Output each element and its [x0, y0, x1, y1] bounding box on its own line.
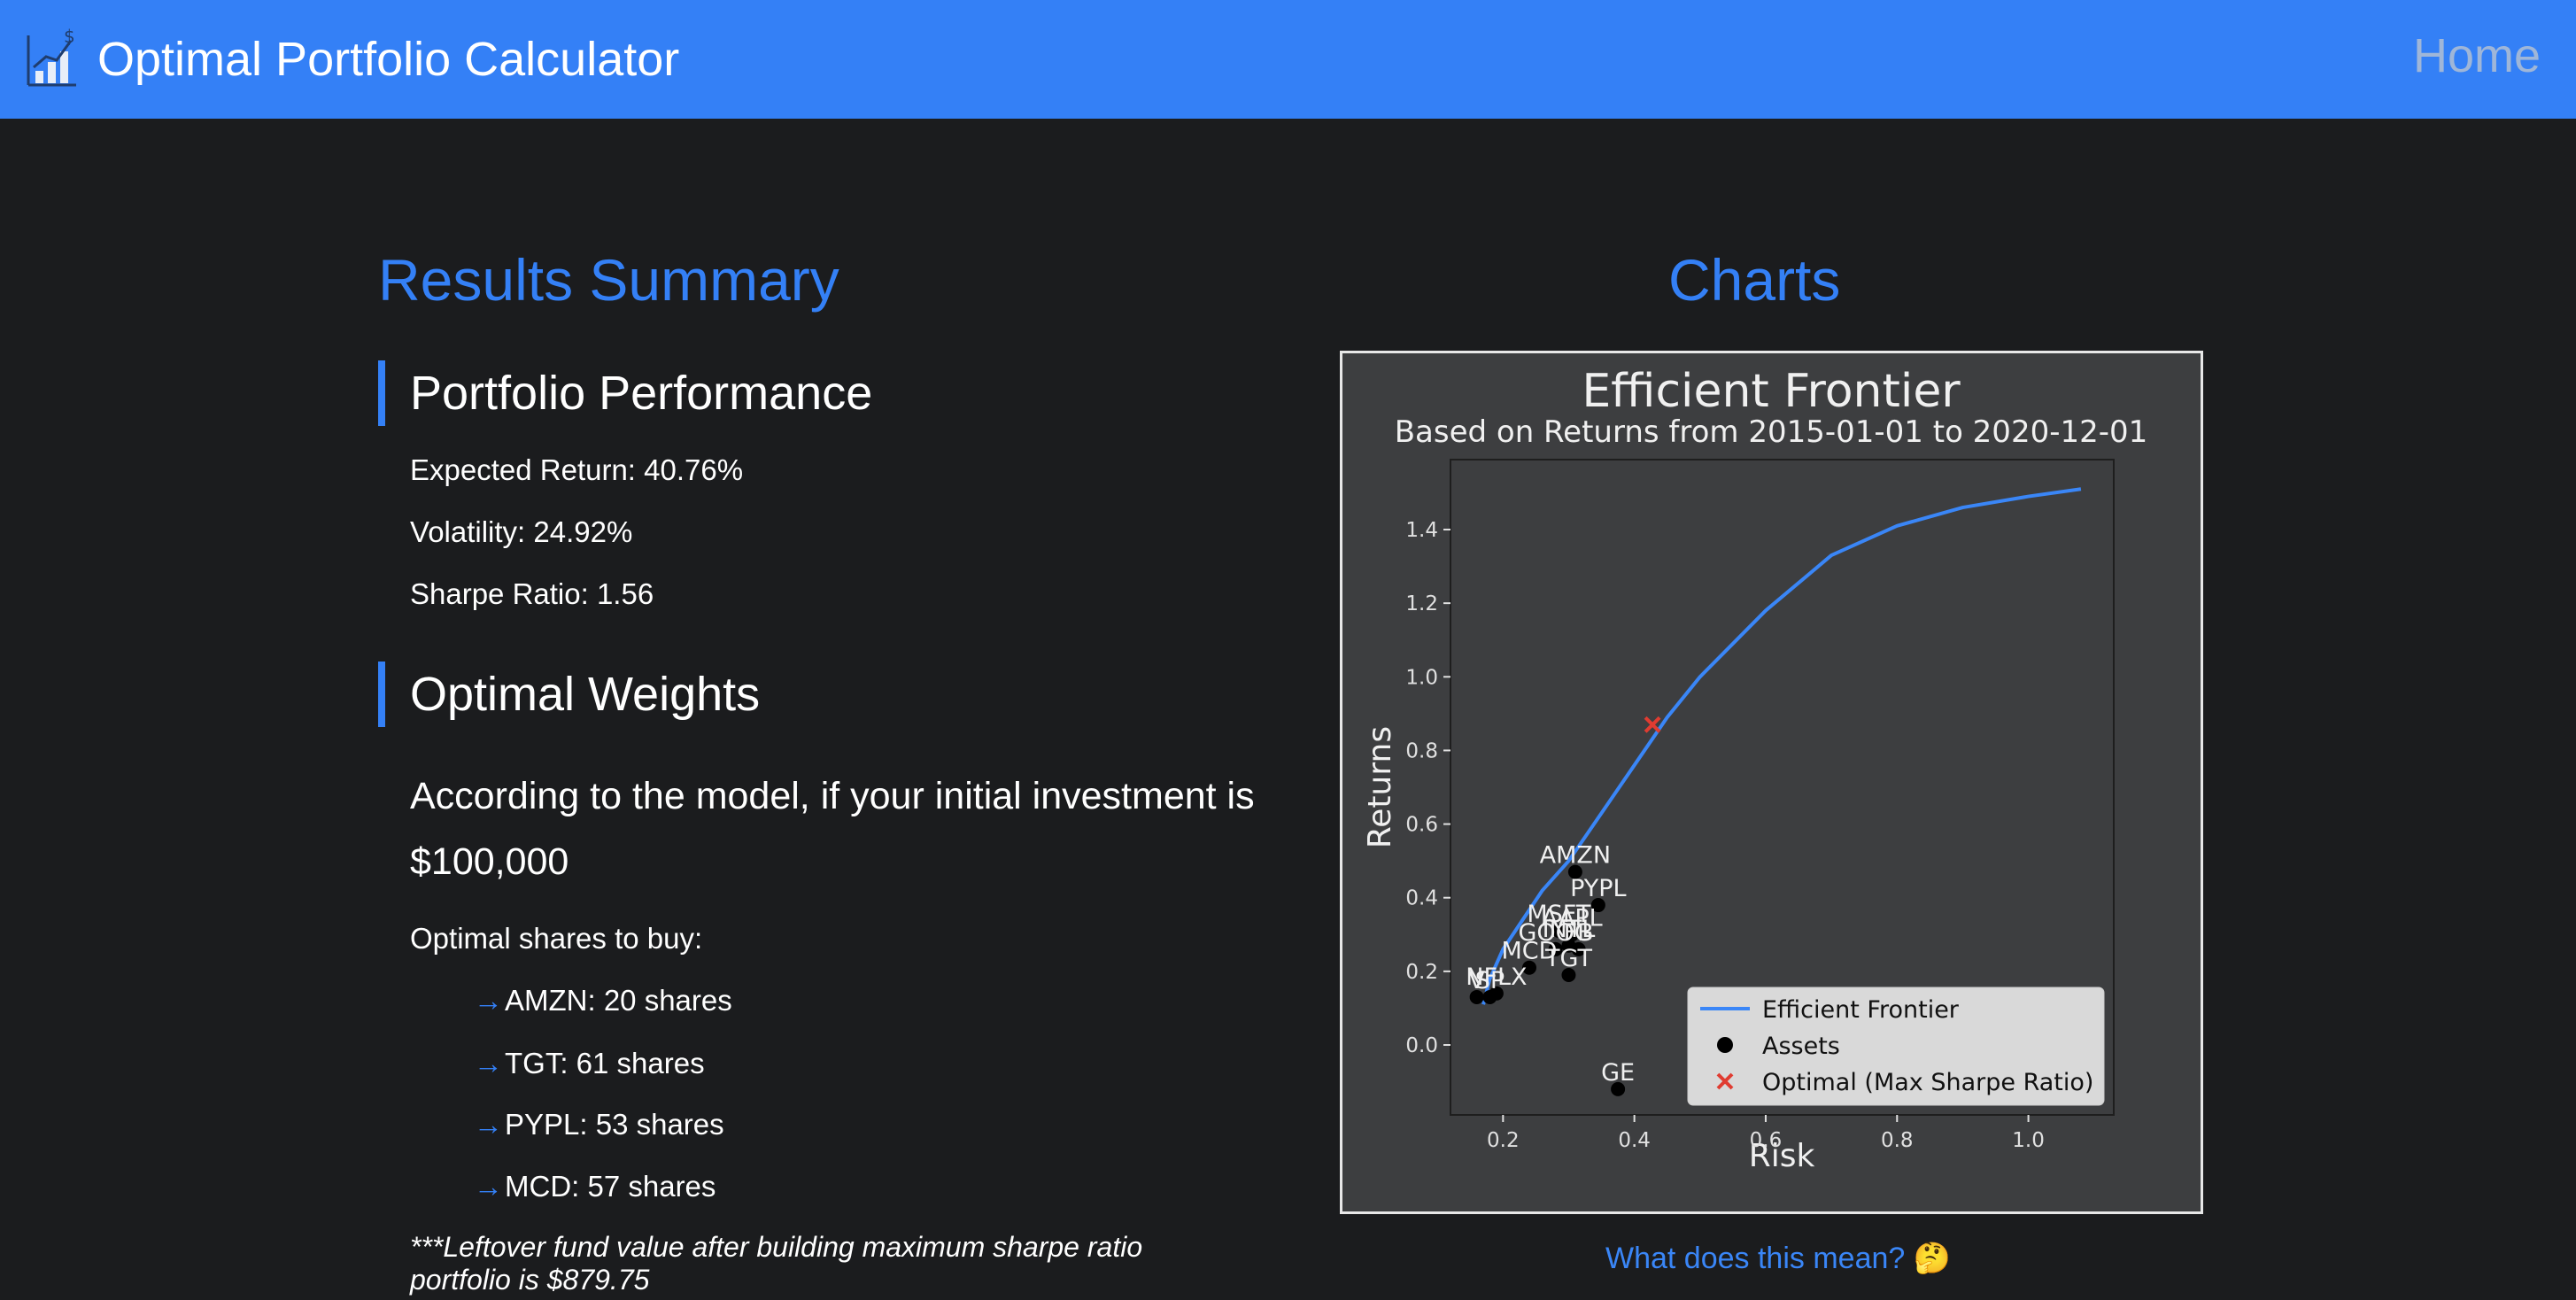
arrow-right-icon: →: [474, 1108, 503, 1141]
sharpe-ratio-text: Sharpe Ratio: 1.56: [410, 577, 654, 610]
arrow-right-icon: →: [474, 1170, 503, 1203]
results-summary-heading: Results Summary: [378, 247, 839, 313]
asset-label: TGT: [1544, 945, 1592, 972]
arrow-right-icon: →: [474, 1047, 503, 1079]
efficient-frontier-chart: Efficient Frontier Based on Returns from…: [1340, 351, 2203, 1214]
share-item: →PYPL: 53 shares: [474, 1108, 724, 1141]
chart-title: Efficient Frontier: [1582, 365, 1961, 418]
expected-return-text: Expected Return: 40.76%: [410, 453, 744, 486]
asset-label: GE: [1601, 1059, 1635, 1087]
home-link[interactable]: Home: [2413, 27, 2541, 85]
arrow-right-icon: →: [474, 984, 503, 1017]
chart-dollar-icon: $: [25, 26, 80, 93]
charts-heading: Charts: [1668, 247, 1841, 313]
volatility-text: Volatility: 24.92%: [410, 515, 633, 548]
optimal-weights-heading: Optimal Weights: [410, 668, 761, 721]
y-tick-label: 0.2: [1405, 961, 1438, 984]
section-accent-bar: [378, 662, 385, 727]
legend-label: Assets: [1762, 1033, 1840, 1060]
what-does-this-mean-link[interactable]: What does this mean? 🤔: [1605, 1236, 1951, 1281]
leftover-note: ***Leftover fund value after building ma…: [410, 1231, 1143, 1296]
share-item: →MCD: 57 shares: [474, 1170, 716, 1203]
y-tick-label: 0.6: [1405, 814, 1438, 837]
legend-label: Efficient Frontier: [1762, 996, 1960, 1024]
chart-legend: Efficient Frontier Assets Optimal (Max Sha…: [1687, 987, 2105, 1106]
y-tick-label: 1.0: [1405, 666, 1438, 689]
share-item: →AMZN: 20 shares: [474, 984, 732, 1017]
legend-dot-swatch: [1717, 1037, 1733, 1053]
investment-intro-text: According to the model, if your initial …: [410, 775, 1255, 883]
app-title: Optimal Portfolio Calculator: [97, 33, 680, 86]
x-tick-label: 0.8: [1881, 1129, 1914, 1152]
x-tick-label: 0.4: [1618, 1129, 1651, 1152]
y-axis-label: Returns: [1362, 726, 1398, 848]
y-tick-label: 1.2: [1405, 592, 1438, 615]
y-tick-label: 0.8: [1405, 739, 1438, 762]
asset-label: NFLX: [1466, 963, 1527, 991]
chart-subtitle: Based on Returns from 2015-01-01 to 2020…: [1395, 414, 2148, 450]
navbar: $ Optimal Portfolio Calculator Home: [0, 0, 2576, 119]
y-tick-label: 1.4: [1405, 519, 1438, 542]
section-accent-bar: [378, 360, 385, 426]
y-tick-label: 0.4: [1405, 887, 1438, 910]
asset-label: AMZN: [1540, 842, 1611, 870]
y-tick-label: 0.0: [1405, 1034, 1438, 1057]
svg-text:$: $: [64, 27, 75, 47]
brand-link[interactable]: $ Optimal Portfolio Calculator: [25, 26, 680, 93]
asset-label: PYPL: [1570, 875, 1627, 902]
shares-label: Optimal shares to buy:: [410, 922, 703, 955]
share-item: →TGT: 61 shares: [474, 1047, 705, 1079]
x-tick-label: 0.2: [1487, 1129, 1520, 1152]
legend-label: Optimal (Max Sharpe Ratio): [1762, 1069, 2093, 1096]
portfolio-performance-heading: Portfolio Performance: [410, 367, 873, 420]
efficient-frontier-svg: Efficient Frontier Based on Returns from…: [1362, 365, 2148, 1174]
x-tick-label: 1.0: [2012, 1129, 2045, 1152]
x-tick-label: 0.6: [1750, 1129, 1783, 1152]
